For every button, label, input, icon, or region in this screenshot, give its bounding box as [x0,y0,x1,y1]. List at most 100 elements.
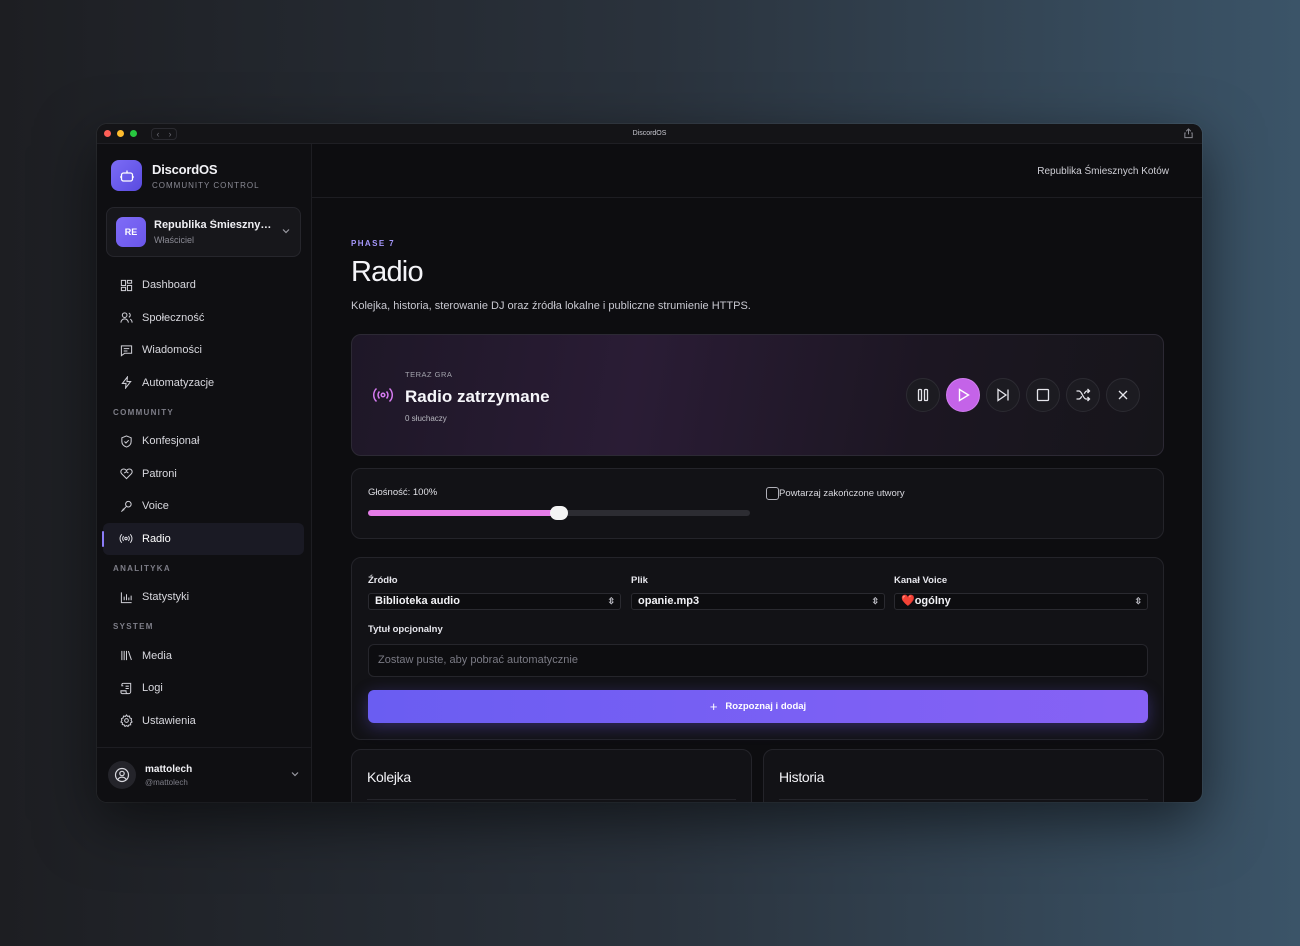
sidebar-item-label: Media [142,649,172,662]
file-select[interactable]: opanie.mp3 ⇳ [631,593,885,610]
heart-handshake-icon [119,467,133,481]
brand-subtitle: COMMUNITY CONTROL [152,180,260,190]
history-panel: Historia [763,749,1164,802]
sidebar-item-statistics[interactable]: Statystyki [103,581,304,614]
volume-slider-fill [368,510,559,516]
sidebar-item-label: Logi [142,682,163,695]
title-bar: ‹ › DiscordOS [97,124,1202,144]
sidebar-item-community[interactable]: Społeczność [103,302,304,335]
brand: DiscordOS COMMUNITY CONTROL [111,160,260,191]
share-icon[interactable] [1183,128,1194,139]
sidebar-item-label: Wiadomości [142,344,202,357]
sidebar: DiscordOS COMMUNITY CONTROL RE Republika… [97,144,312,802]
volume-slider[interactable] [368,506,750,520]
scroll-icon [119,681,133,695]
voice-channel-value: ❤️ogólny [901,595,951,607]
gear-icon [119,714,133,728]
source-card: Źródło Biblioteka audio ⇳ Plik opanie.mp… [351,557,1164,740]
file-label: Plik [631,575,648,586]
shuffle-button[interactable] [1066,378,1100,412]
sidebar-item-settings[interactable]: Ustawienia [103,705,304,738]
brand-name: DiscordOS [152,161,218,177]
listener-count: 0 słuchaczy [405,414,447,423]
sidebar-item-voice[interactable]: Voice [103,490,304,523]
now-playing-label: TERAZ GRA [405,370,453,379]
section-title-system: SYSTEM [113,622,154,631]
top-bar: Republika Śmiesznych Kotów [312,144,1202,198]
sidebar-item-patrons[interactable]: Patroni [103,458,304,491]
stop-button[interactable] [1026,378,1060,412]
voice-channel-select[interactable]: ❤️ogólny ⇳ [894,593,1148,610]
repeat-toggle[interactable]: Powtarzaj zakończone utwory [766,487,905,500]
now-playing-title: Radio zatrzymane [405,387,550,406]
sidebar-item-dashboard[interactable]: Dashboard [103,269,304,302]
sidebar-item-label: Statystyki [142,591,190,604]
sidebar-item-automations[interactable]: Automatyzacje [103,367,304,400]
recognize-add-button[interactable]: + Rozpoznaj i dodaj [368,690,1148,723]
volume-slider-thumb[interactable] [550,506,568,520]
chevron-down-icon [290,769,300,782]
playback-controls [906,378,1140,412]
section-title-community: COMMUNITY [113,407,175,417]
server-name: Republika Śmiesznyc... [154,219,274,231]
sidebar-item-label: Dashboard [142,279,196,292]
app-window: ‹ › DiscordOS DiscordOS COMMUNITY CONTRO… [97,124,1202,802]
mic-icon [119,499,133,513]
optional-title-label: Tytuł opcjonalny [368,624,443,635]
user-avatar-icon [108,761,136,789]
divider [779,799,1148,800]
server-switcher[interactable]: RE Republika Śmiesznyc... Właściciel [106,207,301,257]
window-title: DiscordOS [632,130,667,137]
radio-icon [372,387,394,408]
repeat-checkbox[interactable] [766,487,779,500]
shield-icon [119,434,133,448]
dashboard-icon [119,278,133,292]
sidebar-item-messages[interactable]: Wiadomości [103,334,304,367]
server-role: Właściciel [154,235,195,245]
now-playing-card: TERAZ GRA Radio zatrzymane 0 słuchaczy [351,334,1164,456]
recognize-add-label: Rozpoznaj i dodaj [725,701,807,712]
skip-button[interactable] [986,378,1020,412]
user-handle: @mattolech [145,777,188,787]
page-description: Kolejka, historia, sterowanie DJ oraz źr… [351,300,751,312]
volume-label: Głośność: 100% [368,487,438,498]
page-title: Radio [351,256,424,288]
sidebar-item-label: Automatyzacje [142,376,215,389]
sidebar-item-label: Społeczność [142,311,205,324]
select-arrows-icon: ⇳ [1134,596,1142,606]
radio-icon [119,532,133,546]
message-icon [119,343,133,357]
sidebar-item-media[interactable]: Media [103,640,304,673]
sidebar-item-label: Konfesjonał [142,435,200,448]
clear-button[interactable] [1106,378,1140,412]
pause-button[interactable] [906,378,940,412]
source-label: Źródło [368,575,398,586]
queue-panel: Kolejka [351,749,752,802]
bolt-icon [119,376,133,390]
divider [367,799,736,800]
server-avatar: RE [116,217,146,247]
sidebar-nav: Dashboard Społeczność Wiadomości Automat… [97,269,312,737]
history-title: Historia [779,769,825,785]
sidebar-item-logs[interactable]: Logi [103,672,304,705]
optional-title-input[interactable]: Zostaw puste, aby pobrać automatycznie [368,644,1148,677]
select-arrows-icon: ⇳ [607,596,615,606]
sidebar-item-confessional[interactable]: Konfesjonał [103,425,304,458]
sidebar-item-radio[interactable]: Radio [102,522,304,555]
user-menu[interactable]: mattolech @mattolech [97,747,312,802]
library-icon [119,649,133,663]
sidebar-item-label: Patroni [142,467,177,480]
sidebar-item-label: Voice [142,500,169,513]
users-icon [119,311,133,325]
plus-icon: + [709,699,718,714]
file-value: opanie.mp3 [638,595,700,607]
phase-label: PHASE 7 [351,239,396,248]
play-button[interactable] [946,378,980,412]
current-server-name: Republika Śmiesznych Kotów [1037,166,1169,177]
voice-channel-label: Kanał Voice [894,575,948,586]
user-name: mattolech [145,763,193,775]
sidebar-item-label: Ustawienia [142,714,196,727]
main-content: PHASE 7 Radio Kolejka, historia, sterowa… [351,198,1164,802]
source-select[interactable]: Biblioteka audio ⇳ [368,593,621,610]
section-title-analytics: ANALITYKA [113,563,171,573]
